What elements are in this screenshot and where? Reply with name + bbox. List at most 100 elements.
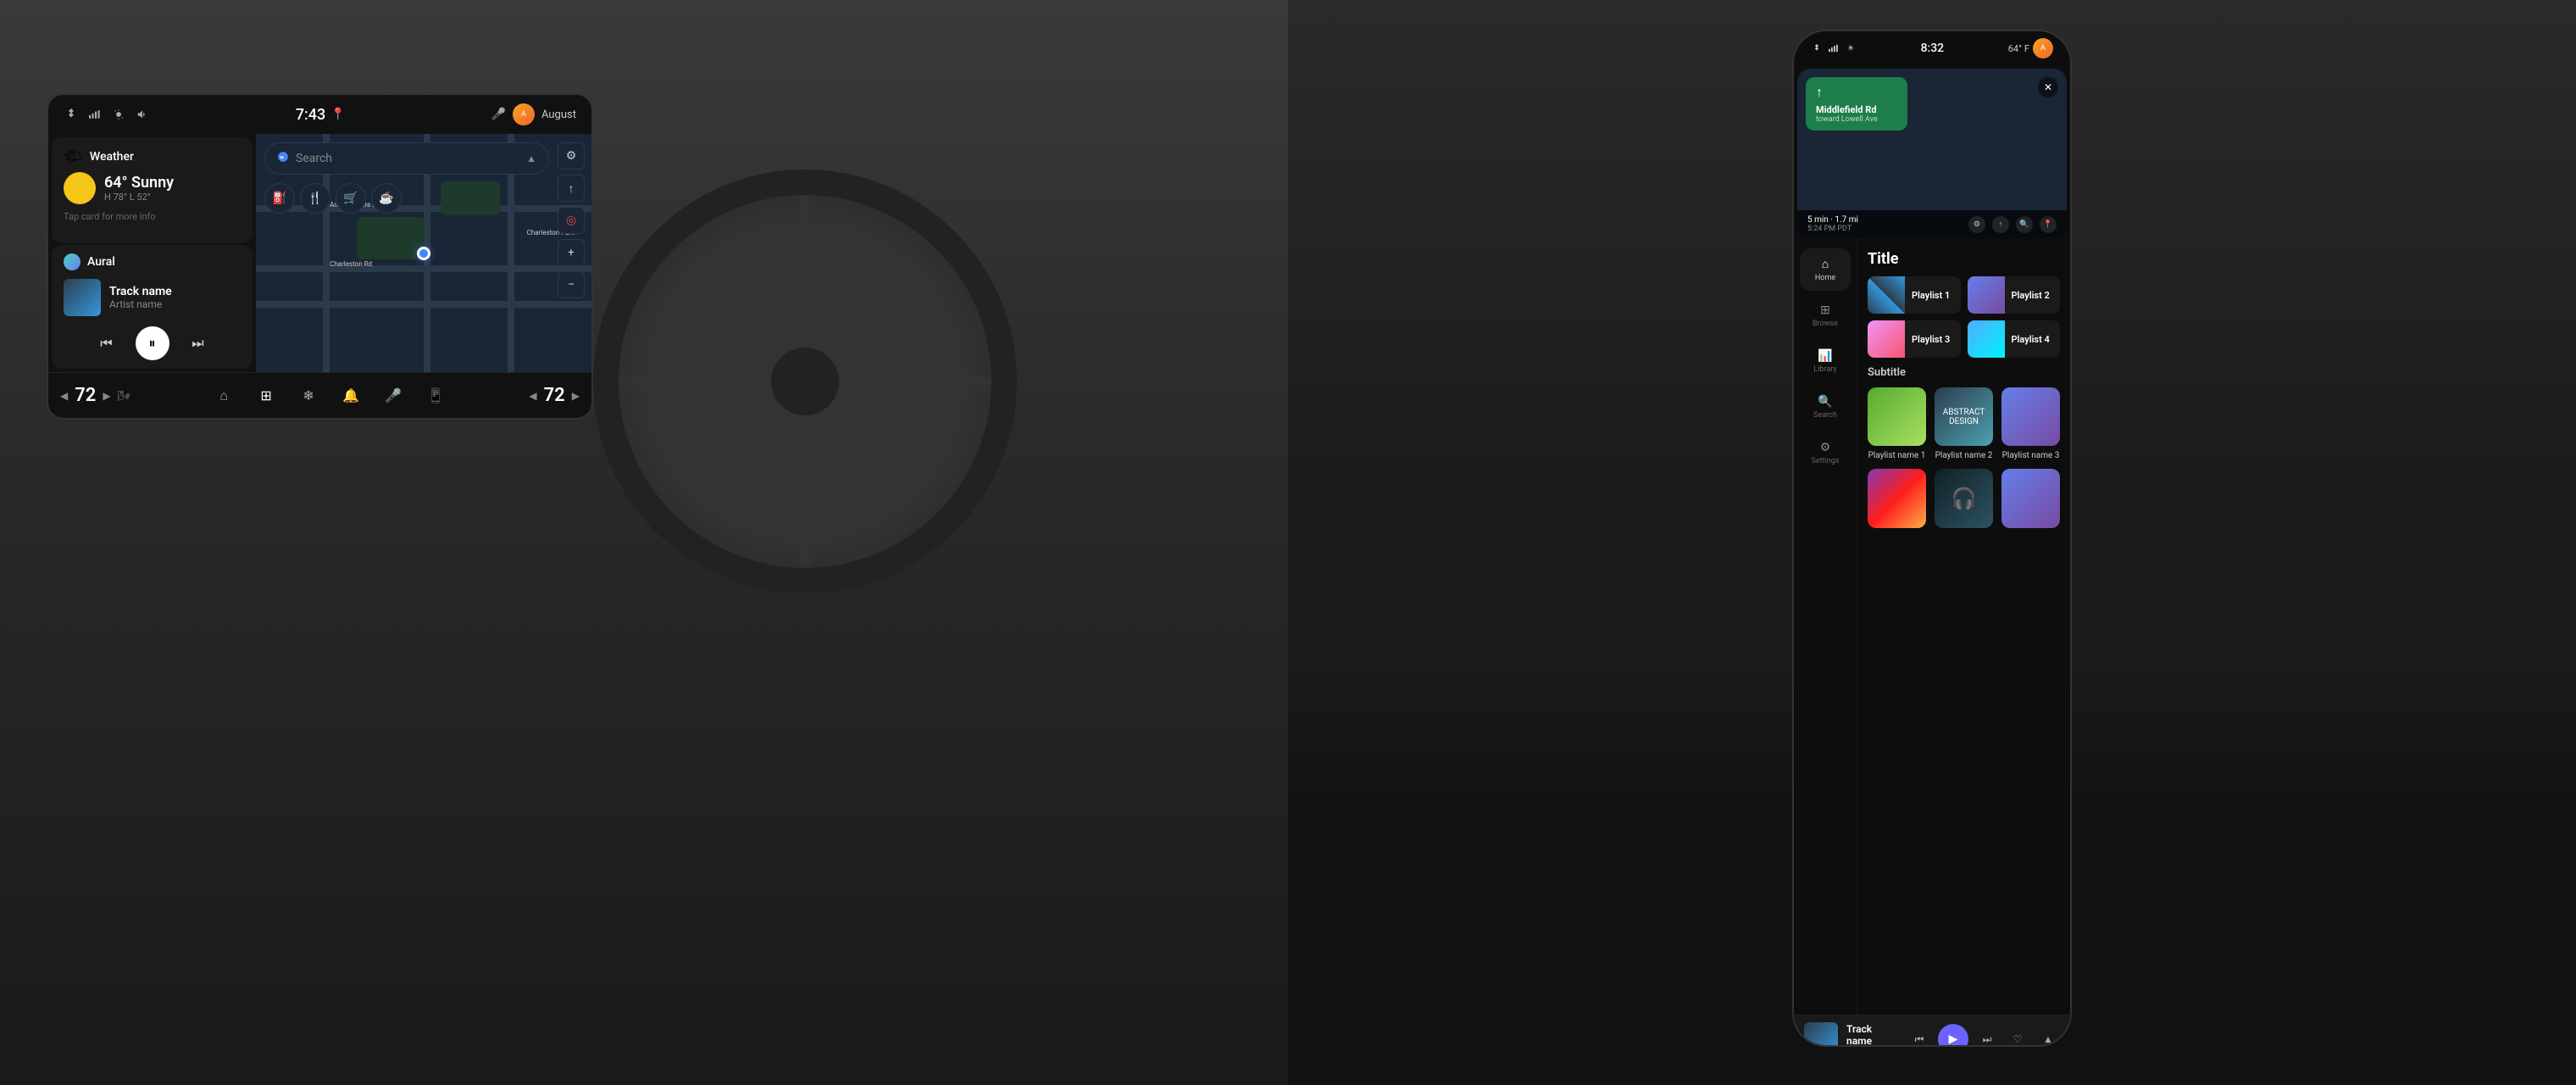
nav-location [2001,77,2007,84]
nav-search-nav-icon[interactable]: 🔍 [2016,216,2033,233]
status-bar: 7:43 📍 🎤 A August [48,95,591,134]
location-dot [417,247,430,260]
playlist-row-small: Playlist 1 Playlist 2 Playlist 3 Playlis… [1868,276,2060,358]
music-widget[interactable]: Aural Track name Artist name ⏮ ⏸ ⏭ [52,245,253,369]
playlist-item-2[interactable]: Playlist 2 [1968,276,2061,314]
playlist-name-3: Playlist 3 [1912,334,1950,345]
playlist-item-4[interactable]: Playlist 4 [1968,320,2061,358]
featured-thumb-1 [1868,387,1926,446]
user-initial: A [521,110,526,119]
playlist-thumb-2 [1968,276,2005,314]
track-details: Track name Artist name [109,285,241,310]
temp-down-right[interactable]: ◀ [529,390,536,402]
app-sidebar: ⌂ Home ⊞ Browse 📊 Library 🔍 Search ⚙ [1794,238,1857,1015]
temp-info: 64° Sunny H 78° L 52° [104,174,174,203]
nav-close-button[interactable]: ✕ [2038,77,2058,97]
player-controls: ⏮ ▶ ⏭ ♡ ▲ [1907,1024,2060,1047]
compass-map-button[interactable]: ◎ [558,207,585,234]
player-heart-button[interactable]: ♡ [2006,1027,2029,1047]
status-time-area: 7:43 📍 [296,106,346,124]
nav-eta-time: 5 min · 1.7 mi [1807,215,1858,225]
search-label: Search [1813,411,1837,420]
route-map-button[interactable]: ↑ [558,175,585,202]
featured-playlists-grid: Playlist name 1 ABSTRACT DESIGN Playlist… [1868,387,2060,460]
featured-thumb-5: 🎧 [1935,469,1993,528]
search-bar[interactable]: M Search ▲ [264,142,549,175]
bluetooth-icon [64,107,79,122]
nav-location-icon[interactable]: 📍 [2040,216,2057,233]
coffee-poi-button[interactable]: ☕ [371,183,402,214]
zoom-out-button[interactable]: − [558,271,585,298]
phone-status-right: 64° F A [2008,38,2053,58]
featured-playlist-6[interactable] [2001,469,2060,528]
sidebar-item-home[interactable]: ⌂ Home [1800,248,1851,291]
music-header: Aural [64,253,241,270]
sidebar-item-library[interactable]: 📊 Library [1800,340,1851,382]
phone-avatar[interactable]: A [2033,38,2053,58]
playlist-thumb-1 [1868,276,1905,314]
featured-playlist-4[interactable] [1868,469,1926,528]
sidebar-item-settings[interactable]: ⚙ Settings [1800,431,1851,474]
food-poi-button[interactable]: 🍴 [300,183,330,214]
weather-icon: 🌤 [64,147,83,165]
weather-header: 🌤 Weather [64,147,241,165]
featured-thumb-4 [1868,469,1926,528]
pause-button[interactable]: ⏸ [136,326,169,360]
temp-up-left[interactable]: ▶ [103,390,110,402]
user-avatar[interactable]: A [513,103,535,125]
temp-control-right: ◀ 72 ▶ [529,385,580,406]
next-button[interactable]: ⏭ [185,330,212,357]
location-icon: 📍 [330,108,345,121]
widget-panel: 🌤 Weather 64° Sunny H 78° L 52° Tap card… [48,134,256,372]
library-sidebar-icon: 📊 [1818,349,1832,363]
featured-name-3: Playlist name 3 [2001,451,2060,460]
svg-text:M: M [280,155,284,160]
featured-playlist-2[interactable]: ABSTRACT DESIGN Playlist name 2 [1935,387,1993,460]
featured-playlist-5[interactable]: 🎧 [1935,469,1993,528]
player-prev-button[interactable]: ⏮ [1907,1027,1931,1047]
fuel-poi-button[interactable]: ⛽ [264,183,295,214]
zoom-in-button[interactable]: + [558,239,585,266]
track-info-row: Track name Artist name [64,279,241,316]
app-main-content: Title Playlist 1 Playlist 2 Playlist 3 [1857,238,2070,1015]
search-input[interactable]: Search [296,152,519,165]
phone-signal-icon [1828,42,1840,54]
section-subtitle: Subtitle [1868,366,2060,379]
apps-nav-button[interactable]: ⊞ [253,383,279,409]
playlist-item-1[interactable]: Playlist 1 [1868,276,1961,314]
phone-time: 8:32 [1921,42,1945,55]
playlist-item-3[interactable]: Playlist 3 [1868,320,1961,358]
phone-brightness-icon: ☀ [1845,42,1857,54]
nav-directions: ↑ Middlefield Rd toward Lowell Ave [1806,77,1907,131]
poi-bar: ⛽ 🍴 🛒 ☕ [264,183,402,214]
tap-info: Tap card for more info [64,211,241,222]
player-play-button[interactable]: ▶ [1938,1024,1968,1047]
weather-widget[interactable]: 🌤 Weather 64° Sunny H 78° L 52° Tap card… [52,137,253,243]
road-label-2: Charleston Rd [330,260,372,268]
playlist-name-4: Playlist 4 [2012,334,2050,345]
temp-down-left[interactable]: ◀ [60,390,68,402]
featured-playlist-3[interactable]: Playlist name 3 [2001,387,2060,460]
mic-nav-button[interactable]: 🎤 [380,383,406,409]
map-controls: ⚙ ↑ ◎ + − [558,142,585,298]
settings-map-button[interactable]: ⚙ [558,142,585,170]
prev-button[interactable]: ⏮ [93,330,120,357]
player-track-name: Track name [1846,1023,1899,1047]
featured-playlist-1[interactable]: Playlist name 1 [1868,387,1926,460]
sidebar-item-browse[interactable]: ⊞ Browse [1800,294,1851,337]
featured-name-2: Playlist name 2 [1935,451,1993,460]
shopping-poi-button[interactable]: 🛒 [336,183,366,214]
temp-up-right[interactable]: ▶ [572,390,580,402]
nav-route-icon[interactable]: ↑ [1992,216,2009,233]
player-next-button[interactable]: ⏭ [1975,1027,1999,1047]
map-area[interactable]: Amphitheatre Pkwy Charleston Rd Charlest… [256,134,591,372]
home-nav-button[interactable]: ⌂ [211,383,236,409]
phone-nav-button[interactable]: 📱 [423,383,448,409]
climate-nav-button[interactable]: ❄ [296,383,321,409]
sidebar-item-search[interactable]: 🔍 Search [1800,386,1851,428]
notifications-nav-button[interactable]: 🔔 [338,383,364,409]
nav-settings-icon[interactable]: ⚙ [1968,216,1985,233]
user-name[interactable]: August [541,108,576,121]
player-artist-name: Artist name [1846,1047,1899,1048]
featured-thumb-2: ABSTRACT DESIGN [1935,387,1993,446]
